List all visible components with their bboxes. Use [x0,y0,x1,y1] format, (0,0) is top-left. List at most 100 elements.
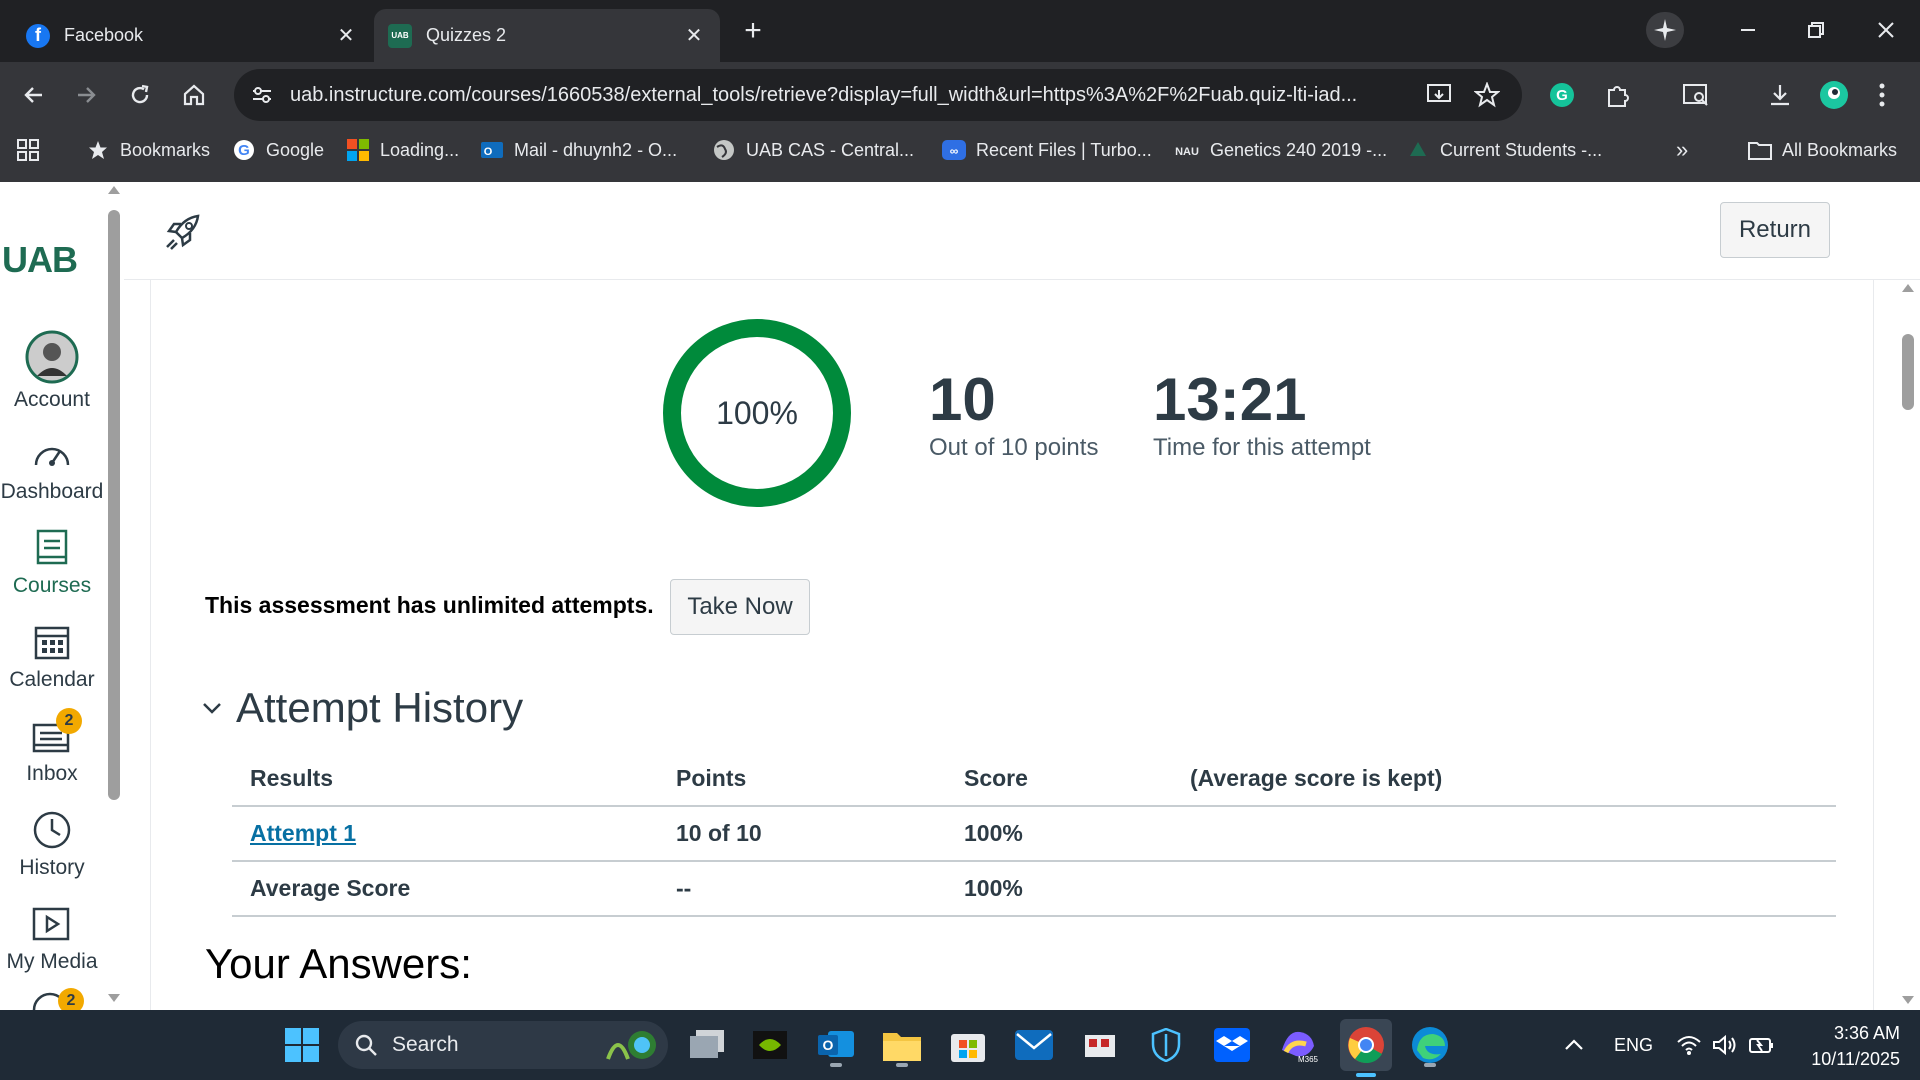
nav-label: History [19,856,85,879]
dropbox-app[interactable] [1208,1021,1256,1069]
site-settings-icon[interactable] [250,83,274,107]
table-cell: Average Score [250,875,411,901]
m365-app[interactable]: M365 [1274,1021,1322,1069]
bookmark-item[interactable]: G Google [232,128,324,172]
microsoft-store-app[interactable] [944,1021,992,1069]
content-scrollbar-thumb[interactable] [1902,334,1914,410]
table-row: Average Score -- 100% [232,862,1836,917]
scroll-up-arrow-icon[interactable] [1902,284,1914,292]
all-bookmarks-button[interactable]: All Bookmarks [1748,128,1897,172]
microsoft-icon [346,138,370,162]
tab-title: Facebook [64,25,144,45]
nav-dashboard[interactable]: Dashboard [0,418,104,510]
start-button[interactable] [278,1021,326,1069]
help-icon [32,992,68,1010]
bookmark-item[interactable]: O Mail - dhuynh2 - O... [480,128,677,172]
bookmark-label: Mail - dhuynh2 - O... [514,139,678,160]
close-icon[interactable]: ✕ [334,24,358,48]
reload-button[interactable] [120,75,160,115]
nav-label: Account [14,388,90,411]
bookmark-item[interactable]: UAB CAS - Central... [712,128,914,172]
task-view-button[interactable] [684,1021,732,1069]
new-tab-button[interactable]: + [738,14,768,48]
profile-button[interactable] [1814,75,1854,115]
facebook-icon: f [26,23,50,48]
back-button[interactable] [14,75,54,115]
edge-app[interactable] [1406,1021,1454,1069]
nav-help-partial[interactable]: 2 [0,988,104,1010]
nav-courses[interactable]: Courses [0,512,104,604]
install-app-icon[interactable] [1426,82,1452,108]
volume-icon [1713,1034,1736,1056]
gemini-button[interactable] [1646,12,1684,48]
return-button[interactable]: Return [1720,202,1830,258]
scroll-up-arrow-icon[interactable] [108,186,120,194]
nav-history[interactable]: History [0,794,104,886]
forward-button[interactable] [66,75,106,115]
network-sound-battery[interactable] [1676,1010,1776,1080]
tab-quizzes[interactable]: UAB Quizzes 2 ✕ [374,9,720,62]
close-window-button[interactable] [1868,12,1904,48]
bookmark-item[interactable]: Current Students -... [1406,128,1602,172]
defender-app[interactable] [1142,1021,1190,1069]
menu-button[interactable] [1862,75,1902,115]
nvidia-app[interactable] [746,1021,794,1069]
home-icon [183,84,205,106]
mail-app[interactable] [1010,1021,1058,1069]
shield-icon [1151,1028,1181,1062]
tab-facebook[interactable]: f Facebook ✕ [12,9,372,62]
nav-inbox[interactable]: 2 Inbox [0,700,104,792]
language-indicator[interactable]: ENG [1614,1010,1653,1080]
google-icon: G [232,138,256,162]
nav-my-media[interactable]: My Media [0,888,104,980]
take-now-button[interactable]: Take Now [670,579,810,635]
browser-toolbar: uab.instructure.com/courses/1660538/exte… [0,62,1920,128]
nav-scrollbar-thumb[interactable] [108,210,120,800]
bookmark-star-icon[interactable] [1473,81,1501,108]
more-bookmarks-button[interactable]: » [1676,128,1688,172]
scroll-down-arrow-icon[interactable] [108,994,120,1002]
home-button[interactable] [174,75,214,115]
uab-logo[interactable]: UAB [0,230,104,290]
chevron-up-icon [1565,1039,1583,1050]
minimize-button[interactable] [1730,12,1766,48]
media-icon [30,902,74,946]
bookmark-item[interactable]: NAU Genetics 240 2019 -... [1174,128,1387,172]
grammarly-extension[interactable]: G [1542,75,1582,115]
file-explorer-app[interactable] [878,1021,926,1069]
system-clock[interactable]: 3:36 AM 10/11/2025 [1770,1020,1900,1072]
reading-mode-button[interactable] [1676,75,1716,115]
downloads-button[interactable] [1760,75,1800,115]
bookmark-item[interactable]: ∞ Recent Files | Turbo... [942,128,1152,172]
restore-button[interactable] [1798,12,1834,48]
clock-date: 10/11/2025 [1811,1049,1900,1069]
svg-text:G: G [1556,87,1568,104]
attempt-link[interactable]: Attempt 1 [250,820,356,846]
attempt-history-table: Results Points Score (Average score is k… [232,752,1836,917]
column-header: Results [250,765,334,791]
close-icon[interactable]: ✕ [682,24,706,48]
show-hidden-icons-button[interactable] [1564,1010,1584,1080]
tree-icon [1406,138,1430,162]
table-header-row: Results Points Score (Average score is k… [232,752,1836,807]
nav-account[interactable]: Account [0,316,104,411]
extensions-button[interactable] [1598,75,1638,115]
bookmark-item[interactable]: Bookmarks [86,128,210,172]
outlook-app[interactable]: O [812,1021,860,1069]
taskbar-search[interactable]: Search [338,1021,668,1069]
bookmark-item[interactable]: Loading... [346,128,459,172]
scroll-down-arrow-icon[interactable] [1902,996,1914,1004]
apps-button[interactable] [16,128,40,172]
nav-calendar[interactable]: Calendar [0,606,104,698]
attempt-history-toggle[interactable]: Attempt History [202,684,523,732]
turbo-icon: ∞ [942,138,966,162]
nav-label: Dashboard [0,480,104,503]
chrome-app[interactable] [1340,1019,1392,1077]
address-bar[interactable]: uab.instructure.com/courses/1660538/exte… [234,69,1522,121]
wifi-icon [1677,1036,1701,1055]
utility-app[interactable] [1076,1021,1124,1069]
quiz-header [124,182,1920,280]
svg-text:∞: ∞ [950,144,959,158]
avatar [25,330,79,384]
table-cell: 100% [964,820,1023,846]
